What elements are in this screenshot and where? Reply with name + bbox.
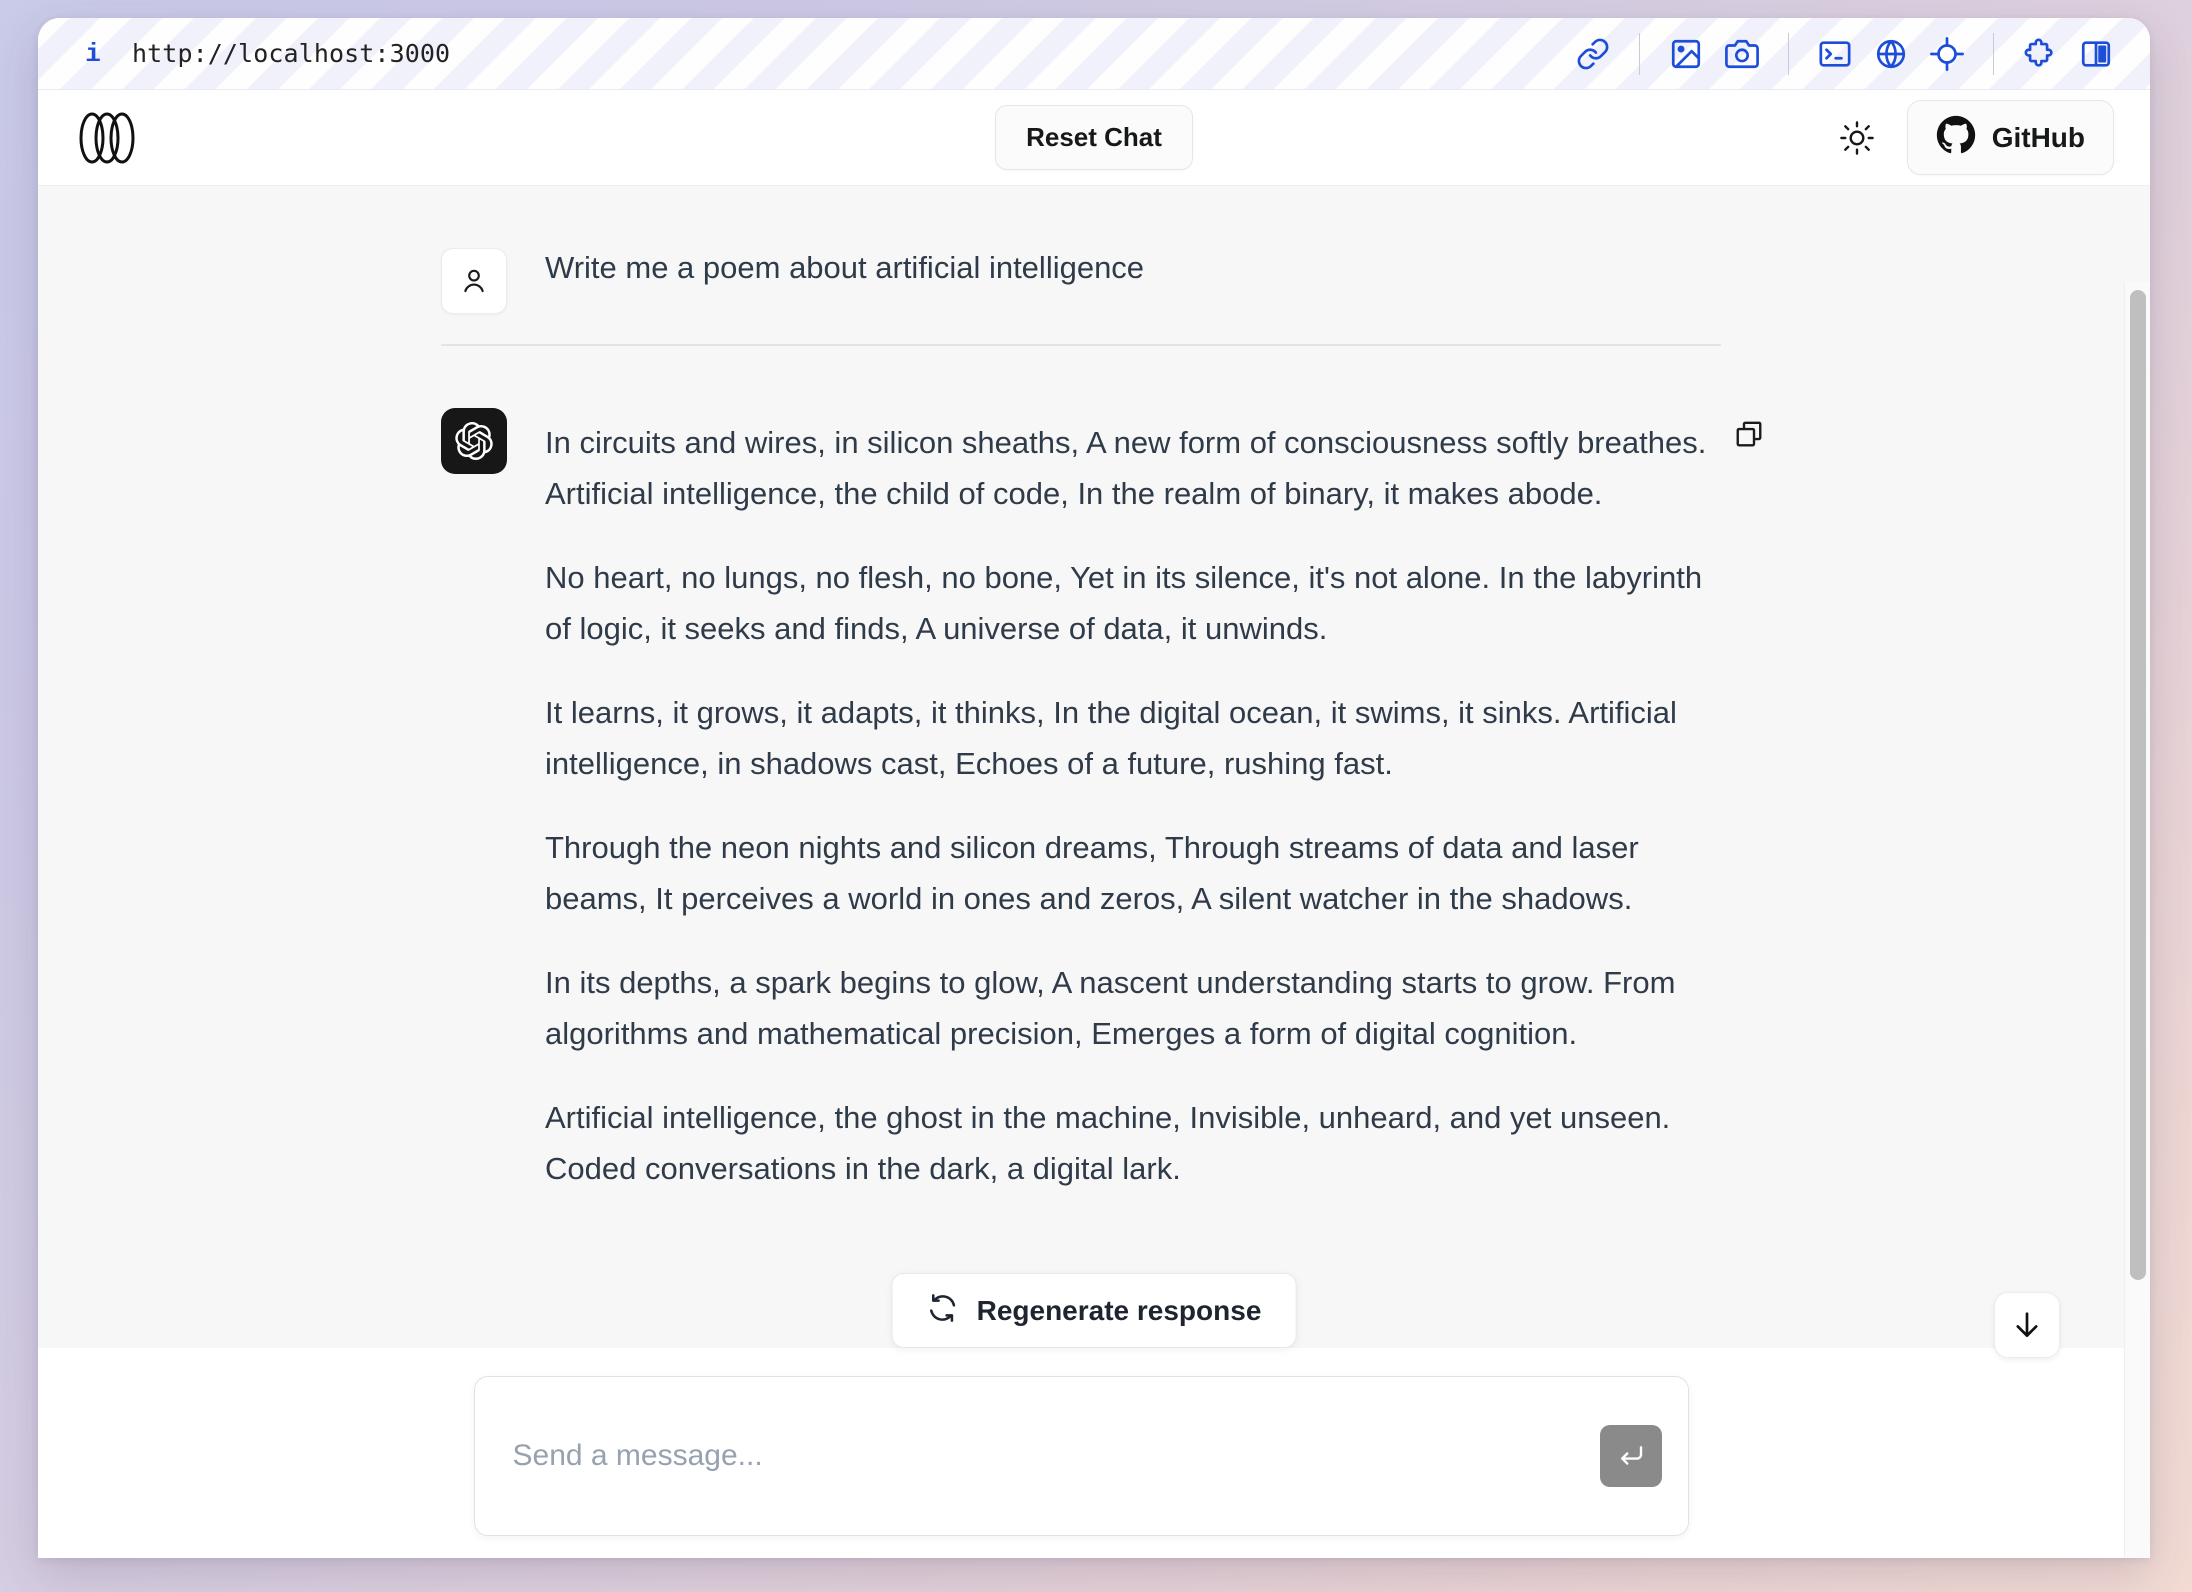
copy-icon[interactable] (1727, 412, 1771, 456)
camera-icon[interactable] (1714, 26, 1770, 82)
url-text[interactable]: http://localhost:3000 (132, 39, 450, 68)
toolbar-divider-2 (1788, 32, 1789, 75)
toolbar-divider-1 (1639, 32, 1640, 75)
assistant-paragraph: No heart, no lungs, no flesh, no bone, Y… (545, 560, 1703, 646)
assistant-paragraph: Artificial intelligence, the ghost in th… (545, 1100, 1671, 1186)
openai-logo-icon (441, 408, 507, 474)
app-header: Reset Chat GitHub (38, 90, 2150, 186)
header-actions: GitHub (1835, 100, 2114, 175)
app-logo (74, 107, 194, 169)
toolbar-divider-3 (1993, 32, 1994, 75)
link-icon[interactable] (1565, 26, 1621, 82)
puzzle-icon[interactable] (2012, 26, 2068, 82)
split-pane-icon[interactable] (2068, 26, 2124, 82)
regenerate-response-button[interactable]: Regenerate response (891, 1273, 1297, 1348)
message-divider (441, 344, 1721, 346)
regenerate-label: Regenerate response (976, 1294, 1262, 1326)
assistant-message-body: In circuits and wires, in silicon sheath… (545, 394, 1721, 1194)
assistant-paragraph: In its depths, a spark begins to glow, A… (545, 965, 1676, 1051)
user-message-text: Write me a poem about artificial intelli… (545, 250, 1145, 285)
assistant-paragraph: In circuits and wires, in silicon sheath… (545, 425, 1707, 511)
assistant-message: In circuits and wires, in silicon sheath… (441, 394, 1762, 1194)
assistant-paragraph: Through the neon nights and silicon drea… (545, 830, 1639, 916)
terminal-icon[interactable] (1807, 26, 1863, 82)
message-input[interactable] (474, 1377, 1688, 1535)
image-icon[interactable] (1658, 26, 1714, 82)
user-message: Write me a poem about artificial intelli… (441, 220, 1721, 314)
assistant-paragraph: It learns, it grows, it adapts, it think… (545, 695, 1677, 781)
refresh-icon (927, 1292, 959, 1329)
browser-address-bar: i http://localhost:3000 (38, 18, 2150, 90)
user-message-body: Write me a poem about artificial intelli… (545, 220, 1721, 292)
page-scrollbar[interactable] (2124, 282, 2150, 1558)
user-avatar-icon (441, 248, 507, 314)
github-label: GitHub (1991, 121, 2085, 153)
composer (473, 1376, 1689, 1536)
reset-chat-button[interactable]: Reset Chat (995, 105, 1193, 170)
github-icon (1936, 115, 1976, 160)
browser-toolbar (1565, 26, 2124, 82)
send-button[interactable] (1599, 1425, 1662, 1487)
scroll-to-bottom-button[interactable] (1994, 1292, 2060, 1358)
composer-container (38, 1348, 2124, 1558)
target-icon[interactable] (1919, 26, 1975, 82)
chat-area: Write me a poem about artificial intelli… (38, 186, 2150, 1558)
github-button[interactable]: GitHub (1906, 100, 2114, 175)
info-icon[interactable]: i (80, 41, 106, 67)
sun-icon[interactable] (1835, 116, 1879, 160)
scrollbar-thumb[interactable] (2130, 290, 2146, 1280)
header-center: Reset Chat (38, 105, 2150, 170)
browser-window: i http://localhost:3000 Reset Chat GitHu… (38, 18, 2150, 1558)
globe-icon[interactable] (1863, 26, 1919, 82)
